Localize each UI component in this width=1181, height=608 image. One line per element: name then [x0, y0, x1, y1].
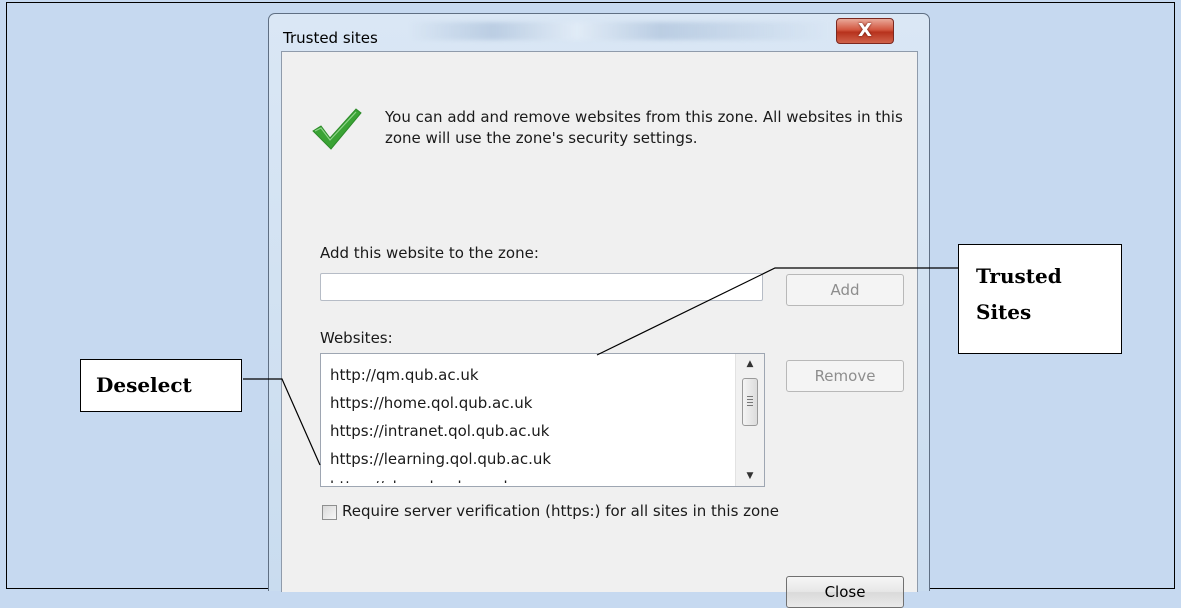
website-item[interactable]: https://vle.qol.qub.ac.uk — [330, 473, 551, 483]
green-checkmark-icon — [312, 108, 362, 150]
trusted-sites-dialog: Trusted sites X You can add and remove w… — [268, 13, 930, 608]
scroll-up-arrow-icon[interactable]: ▲ — [736, 354, 764, 374]
close-window-button[interactable]: X — [836, 18, 894, 44]
require-verification-label[interactable]: Require server verification (https:) for… — [342, 502, 779, 520]
deselect-callout: Deselect — [80, 359, 242, 412]
websites-label: Websites: — [320, 329, 393, 347]
require-verification-checkbox[interactable] — [322, 505, 337, 520]
add-button[interactable]: Add — [786, 274, 904, 306]
zone-info-text: You can add and remove websites from thi… — [385, 108, 903, 147]
trusted-sites-callout-line1: Trusted — [976, 264, 1062, 288]
close-button[interactable]: Close — [786, 576, 904, 608]
website-item[interactable]: https://learning.qol.qub.ac.uk — [330, 445, 551, 473]
deselect-callout-text: Deselect — [96, 373, 192, 397]
websites-scrollbar[interactable]: ▲ ▼ — [735, 354, 764, 486]
scroll-down-arrow-icon[interactable]: ▼ — [736, 466, 764, 486]
scrollbar-thumb[interactable] — [742, 378, 758, 426]
website-item[interactable]: http://qm.qub.ac.uk — [330, 361, 551, 389]
websites-list: http://qm.qub.ac.uk https://home.qol.qub… — [330, 361, 551, 483]
grip-icon — [747, 396, 753, 397]
dialog-content: You can add and remove websites from thi… — [281, 51, 918, 608]
remove-button[interactable]: Remove — [786, 360, 904, 392]
add-website-input[interactable] — [320, 273, 763, 301]
website-item[interactable]: https://intranet.qol.qub.ac.uk — [330, 417, 551, 445]
trusted-sites-callout-line2: Sites — [976, 300, 1032, 324]
websites-listbox[interactable]: http://qm.qub.ac.uk https://home.qol.qub… — [320, 353, 765, 487]
website-item[interactable]: https://home.qol.qub.ac.uk — [330, 389, 551, 417]
dialog-title: Trusted sites — [283, 29, 378, 47]
add-website-label: Add this website to the zone: — [320, 244, 539, 262]
trusted-sites-callout: Trusted Sites — [958, 244, 1122, 354]
